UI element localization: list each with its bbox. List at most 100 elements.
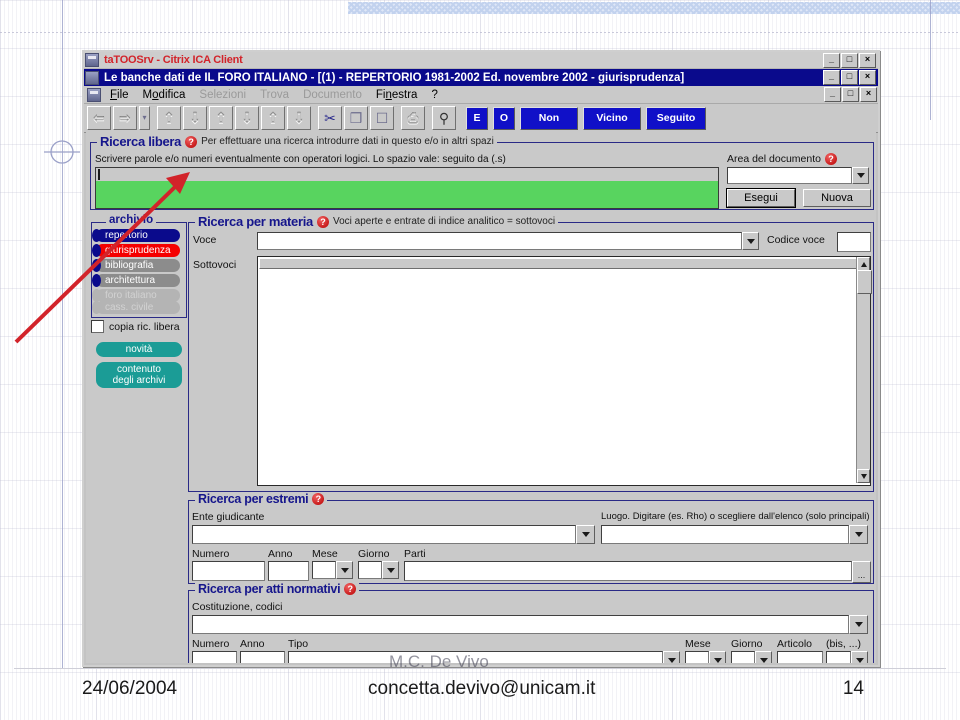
help-icon[interactable]: ? (312, 493, 325, 505)
atti-giorno-combo[interactable] (731, 651, 772, 663)
next-block-icon[interactable]: ⇩ (287, 106, 311, 130)
chevron-down-icon[interactable] (849, 525, 868, 544)
history-dropdown-icon[interactable]: ▾ (139, 106, 150, 130)
ricerca-per-materia-title: Ricerca per materia (198, 214, 313, 229)
scroll-down-icon[interactable] (857, 469, 870, 483)
copia-ricerca-libera-checkbox[interactable] (91, 320, 104, 333)
archivio-item-architettura[interactable]: architettura (92, 274, 180, 287)
menu-file[interactable]: FFileile (110, 89, 129, 101)
costituzione-codici-value[interactable] (192, 615, 849, 634)
chevron-down-icon[interactable] (336, 561, 353, 579)
citrix-close-button[interactable]: × (859, 52, 876, 68)
sottovoci-scrollbar[interactable] (856, 257, 872, 483)
novita-button[interactable]: novità (96, 342, 182, 357)
estremi-mese-combo[interactable] (312, 561, 353, 579)
search-icon[interactable]: ⚲ (432, 106, 456, 130)
ricerca-libera-input[interactable] (95, 167, 719, 209)
help-icon[interactable]: ? (344, 583, 357, 595)
help-icon[interactable]: ? (824, 153, 837, 165)
atti-tipo-label: Tipo (288, 638, 309, 650)
archivio-item-repertorio[interactable]: repertorio (92, 229, 180, 242)
codice-voce-input[interactable] (837, 232, 871, 252)
estremi-mese-value[interactable] (312, 561, 336, 579)
estremi-numero-input[interactable] (192, 561, 265, 581)
up-icon[interactable]: ⇧ (209, 106, 233, 130)
menubar[interactable]: FFileile Modifica Selezioni Trova Docume… (84, 86, 878, 104)
chevron-down-icon[interactable] (663, 651, 680, 663)
chevron-down-icon[interactable] (852, 167, 869, 184)
menu-modifica[interactable]: Modifica (143, 89, 186, 101)
first-record-icon[interactable]: ⇧ (157, 106, 181, 130)
sottovoci-listbox[interactable] (257, 256, 871, 486)
app-restore-button[interactable]: □ (841, 70, 858, 85)
ente-giudicante-combo[interactable] (192, 525, 595, 544)
archivio-item-bibliografia[interactable]: bibliografia (92, 259, 180, 272)
operator-near-button[interactable]: Vicino (583, 106, 641, 130)
atti-bis-label: (bis, ...) (826, 638, 862, 650)
app-minimize-button[interactable]: _ (823, 70, 840, 85)
scroll-up-icon[interactable] (857, 257, 870, 271)
citrix-minimize-button[interactable]: _ (823, 52, 840, 68)
atti-articolo-input[interactable] (777, 651, 823, 663)
operator-and-button[interactable]: E (466, 106, 488, 130)
chevron-down-icon[interactable] (576, 525, 595, 544)
estremi-browse-button[interactable]: ... (852, 561, 871, 583)
chevron-down-icon[interactable] (755, 651, 772, 663)
voce-value[interactable] (257, 232, 742, 250)
estremi-giorno-combo[interactable] (358, 561, 399, 579)
estremi-parti-input[interactable] (404, 561, 852, 581)
contenuto-archivi-button[interactable]: contenuto degli archivi (96, 362, 182, 388)
cut-icon[interactable]: ✂ (318, 106, 342, 130)
citrix-window-controls[interactable]: _ □ × (823, 52, 877, 68)
toolbar[interactable]: ⇦ ⇨ ▾ ⇧ ⇩ ⇧ ⇩ ⇧ ⇩ ✂ ❒ ☐ ⎙ ⚲ E O Non Vici… (84, 104, 878, 133)
atti-mese-combo[interactable] (685, 651, 726, 663)
atti-mese-value[interactable] (685, 651, 709, 663)
atti-bis-value[interactable] (826, 651, 851, 663)
atti-giorno-value[interactable] (731, 651, 755, 663)
back-icon[interactable]: ⇦ (87, 106, 111, 130)
mdi-window-controls[interactable]: _ □ × (824, 87, 878, 102)
menu-finestra[interactable]: Finestra (376, 89, 418, 101)
costituzione-codici-combo[interactable] (192, 615, 868, 634)
atti-bis-combo[interactable] (826, 651, 868, 663)
luogo-value[interactable] (601, 525, 849, 544)
menu-help[interactable]: ? (431, 89, 437, 101)
estremi-giorno-value[interactable] (358, 561, 382, 579)
operator-not-button[interactable]: Non (520, 106, 578, 130)
area-documento-combo[interactable] (727, 167, 869, 184)
luogo-combo[interactable] (601, 525, 868, 544)
voce-combo[interactable] (257, 232, 759, 250)
citrix-maximize-button[interactable]: □ (841, 52, 858, 68)
prev-block-icon[interactable]: ⇩ (183, 106, 207, 130)
chevron-down-icon[interactable] (382, 561, 399, 579)
application-window-controls[interactable]: _ □ × (823, 70, 877, 85)
last-record-icon[interactable]: ⇧ (261, 106, 285, 130)
print-icon[interactable]: ⎙ (401, 106, 425, 130)
mdi-restore-button[interactable]: □ (842, 87, 859, 102)
ente-giudicante-value[interactable] (192, 525, 576, 544)
mdi-close-button[interactable]: × (860, 87, 877, 102)
down-icon[interactable]: ⇩ (235, 106, 259, 130)
chevron-down-icon[interactable] (742, 232, 759, 250)
scroll-thumb[interactable] (857, 270, 872, 294)
archivio-item-giurisprudenza[interactable]: giurisprudenza (92, 244, 180, 257)
estremi-anno-input[interactable] (268, 561, 309, 581)
chevron-down-icon[interactable] (851, 651, 868, 663)
esegui-button[interactable]: Esegui (727, 189, 795, 207)
chevron-down-icon[interactable] (709, 651, 726, 663)
app-close-button[interactable]: × (859, 70, 876, 85)
operator-followed-button[interactable]: Seguito (646, 106, 706, 130)
paste-icon[interactable]: ☐ (370, 106, 394, 130)
operator-or-button[interactable]: O (493, 106, 515, 130)
help-icon[interactable]: ? (316, 215, 329, 228)
mdi-minimize-button[interactable]: _ (824, 87, 841, 102)
chevron-down-icon[interactable] (849, 615, 868, 634)
atti-numero-input[interactable] (192, 651, 237, 663)
copy-icon[interactable]: ❒ (344, 106, 368, 130)
nuova-button[interactable]: Nuova (803, 189, 871, 207)
help-icon[interactable]: ? (185, 135, 198, 148)
forward-icon[interactable]: ⇨ (113, 106, 137, 130)
copia-ricerca-libera-checkbox-row[interactable]: copia ric. libera (91, 320, 180, 333)
area-documento-value[interactable] (727, 167, 852, 184)
atti-anno-input[interactable] (240, 651, 285, 663)
